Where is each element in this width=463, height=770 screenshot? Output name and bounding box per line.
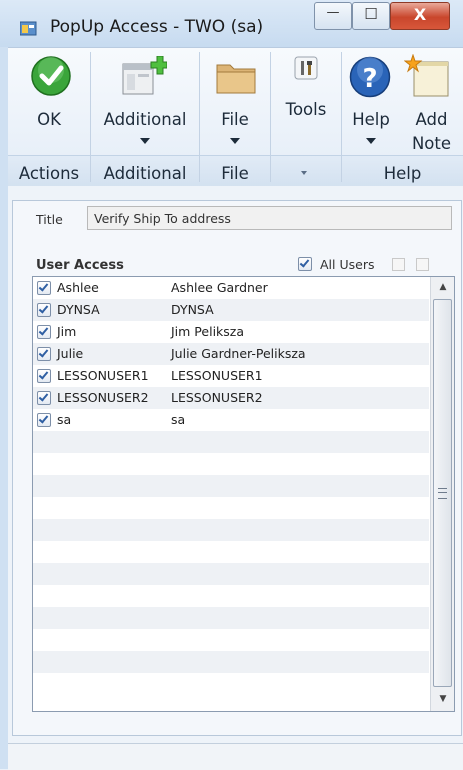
maximize-icon: ☐ (364, 5, 378, 23)
file-label: File (221, 110, 249, 129)
list-item[interactable]: sa sa (33, 409, 429, 431)
user-name: DYNSA (171, 302, 214, 317)
user-id: LESSONUSER2 (57, 390, 149, 405)
svg-text:?: ? (362, 64, 377, 94)
tools-label: Tools (285, 100, 327, 119)
user-id: sa (57, 412, 72, 427)
vertical-scrollbar[interactable]: ▲ ▼ (430, 277, 454, 711)
close-icon: X (413, 5, 427, 24)
tools-group-launcher[interactable] (271, 155, 341, 186)
additional-window-icon (122, 56, 167, 95)
empty-row (33, 475, 429, 497)
user-checkbox[interactable] (37, 391, 51, 405)
empty-row (33, 673, 429, 695)
user-checkbox[interactable] (37, 347, 51, 361)
user-id: Julie (57, 346, 84, 361)
user-name: LESSONUSER2 (171, 390, 263, 405)
scroll-down-arrow-icon[interactable]: ▼ (431, 689, 454, 709)
scroll-up-arrow-icon[interactable]: ▲ (431, 277, 454, 297)
user-checkbox[interactable] (37, 303, 51, 317)
file-button[interactable]: File (200, 48, 270, 154)
ribbon: OK Actions Additional Additional File Fi… (8, 47, 463, 187)
group-help-label: Help (383, 164, 422, 183)
minimize-button[interactable]: — (314, 2, 352, 30)
empty-row (33, 519, 429, 541)
disabled-checkbox (392, 258, 405, 271)
checkbox-checked-icon (298, 257, 312, 271)
user-name: Ashlee Gardner (171, 280, 268, 295)
maximize-button[interactable]: ☐ (352, 2, 390, 30)
close-button[interactable]: X (390, 2, 450, 30)
list-item[interactable]: DYNSA DYNSA (33, 299, 429, 321)
all-users-checkbox[interactable] (298, 257, 312, 271)
title-field[interactable]: Verify Ship To address (87, 206, 452, 230)
title-bar[interactable]: PopUp Access - TWO (sa) — ☐ X (0, 0, 463, 47)
empty-row (33, 541, 429, 563)
status-bar (8, 743, 463, 770)
title-label: Title (36, 212, 63, 227)
additional-label: Additional (103, 110, 187, 129)
user-name: sa (171, 412, 186, 427)
empty-row (33, 651, 429, 673)
user-id: LESSONUSER1 (57, 368, 149, 383)
all-users-label: All Users (320, 257, 375, 272)
list-item[interactable]: Julie Julie Gardner-Peliksza (33, 343, 429, 365)
empty-row (33, 607, 429, 629)
chevron-down-icon (301, 171, 307, 175)
empty-row (33, 563, 429, 585)
user-id: Ashlee (57, 280, 99, 295)
user-name: LESSONUSER1 (171, 368, 263, 383)
user-checkbox[interactable] (37, 325, 51, 339)
additional-button[interactable]: Additional (91, 48, 199, 154)
list-item[interactable]: Ashlee Ashlee Gardner (33, 277, 429, 299)
help-icon: ? (349, 56, 391, 98)
group-additional-label: Additional (103, 164, 187, 183)
scroll-thumb[interactable] (433, 299, 452, 687)
user-id: Jim (57, 324, 77, 339)
ok-label: OK (37, 110, 61, 129)
window-title: PopUp Access - TWO (sa) (50, 17, 264, 37)
group-file-label: File (221, 164, 249, 183)
chevron-down-icon (140, 138, 150, 144)
empty-row (33, 585, 429, 607)
user-name: Jim Peliksza (171, 324, 245, 339)
add-note-icon (404, 54, 449, 97)
tools-button[interactable]: Tools (271, 48, 341, 154)
empty-row (33, 453, 429, 475)
ok-button[interactable]: OK (8, 48, 90, 154)
minimize-icon: — (326, 5, 340, 20)
user-id: DYNSA (57, 302, 100, 317)
app-icon (20, 21, 37, 36)
chevron-down-icon (230, 138, 240, 144)
ok-checkmark-icon (31, 56, 71, 96)
chevron-down-icon (366, 138, 376, 144)
file-folder-icon (216, 64, 256, 94)
empty-row (33, 497, 429, 519)
tools-icon (294, 56, 318, 80)
list-item[interactable]: Jim Jim Peliksza (33, 321, 429, 343)
list-item[interactable]: LESSONUSER2 LESSONUSER2 (33, 387, 429, 409)
user-checkbox[interactable] (37, 413, 51, 427)
empty-row (33, 431, 429, 453)
user-access-list: Ashlee Ashlee Gardner DYNSA DYNSA Jim Ji… (32, 276, 455, 712)
help-button[interactable]: ? Help (342, 48, 400, 154)
scroll-grip-icon (438, 488, 447, 499)
help-label: Help (352, 110, 390, 129)
list-item[interactable]: LESSONUSER1 LESSONUSER1 (33, 365, 429, 387)
add-note-label-line1: Add (415, 110, 448, 129)
group-actions-label: Actions (18, 164, 80, 183)
add-note-button[interactable]: Add Note (400, 48, 463, 154)
empty-row (33, 629, 429, 651)
user-checkbox[interactable] (37, 369, 51, 383)
add-note-label-line2: Note (411, 134, 452, 153)
user-checkbox[interactable] (37, 281, 51, 295)
user-access-heading: User Access (36, 258, 124, 273)
disabled-checkbox (416, 258, 429, 271)
user-name: Julie Gardner-Peliksza (171, 346, 306, 361)
